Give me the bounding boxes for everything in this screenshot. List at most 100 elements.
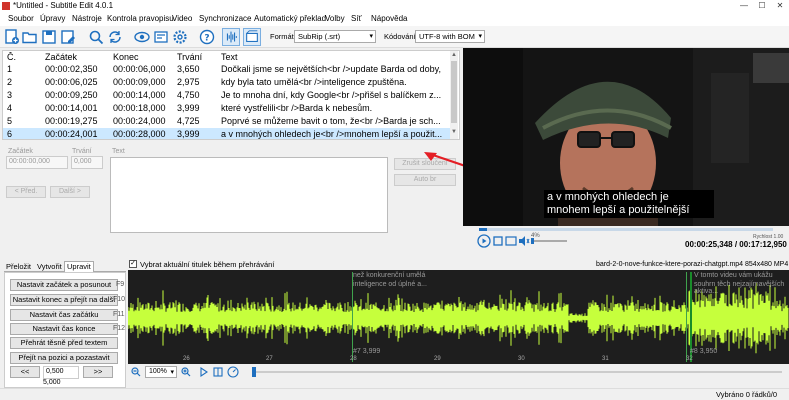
menu-automaticky-preklad[interactable]: Automatický překlad (254, 14, 326, 23)
waveform-segment-text: inteligence od úplné a... (353, 281, 427, 288)
format-select-value: SubRip (.srt) (298, 32, 341, 41)
column-header[interactable]: Začátek (45, 52, 113, 62)
tab-translate[interactable]: Přeložit (6, 262, 31, 271)
column-header[interactable]: Trvání (177, 52, 221, 62)
menu-nastroje[interactable]: Nástroje (72, 14, 102, 23)
set-end-time-button[interactable]: Nastavit čas konce (10, 323, 118, 335)
scene-change-icon[interactable] (213, 367, 223, 377)
player-controls: 4% Rychlost 1.00 00:00:25,348 / 00:17:12… (463, 226, 789, 254)
seek-step-input[interactable]: 0,500 (43, 366, 79, 379)
set-end-and-go-next-button[interactable]: Nastavit konec a přejít na další (10, 294, 118, 306)
spell-check-icon[interactable] (153, 29, 169, 45)
menu-napoveda[interactable]: Nápověda (371, 14, 407, 23)
menu-soubor[interactable]: Soubor (8, 14, 34, 23)
zoom-in-icon[interactable] (181, 367, 191, 377)
subtitle-list[interactable]: Č. Začátek Konec Trvání Text 1 00:00:02,… (2, 50, 460, 140)
menu-video[interactable]: Video (172, 14, 192, 23)
shortcut-f12: F12 (113, 325, 126, 332)
scroll-down-icon[interactable]: ▼ (451, 129, 457, 137)
subtitle-overlay-line: mnohem lepší a použitelnější (547, 204, 690, 216)
visual-sync-icon[interactable] (134, 29, 150, 45)
seek-forward-button[interactable]: >> (83, 366, 113, 378)
save-as-icon[interactable] (60, 29, 76, 45)
total-time: 00:17:12,950 (739, 240, 787, 249)
column-header[interactable]: Konec (113, 52, 177, 62)
menu-volby[interactable]: Volby (325, 14, 345, 23)
video-toggle-icon[interactable] (243, 28, 261, 46)
svg-text:?: ? (204, 34, 209, 44)
table-scrollbar[interactable]: ▲ ▼ (450, 51, 458, 139)
column-header[interactable]: Text (221, 52, 449, 62)
tab-adjust[interactable]: Upravit (64, 261, 94, 272)
scroll-thumb[interactable] (451, 61, 457, 123)
waveform-segment-text: V tomto videu vám ukážu (694, 272, 773, 279)
table-row[interactable]: 4 00:00:14,001 00:00:18,000 3,999 které … (3, 102, 451, 115)
cell-number: 3 (7, 90, 13, 100)
replace-icon[interactable] (107, 29, 123, 45)
format-select[interactable]: SubRip (.srt) ▾ (294, 30, 376, 43)
play-selection-icon[interactable] (199, 367, 209, 377)
scroll-up-icon[interactable]: ▲ (451, 52, 457, 60)
time-tick: 28 (350, 356, 357, 362)
open-folder-icon[interactable] (22, 29, 38, 45)
encoding-select[interactable]: UTF-8 with BOM ▾ (415, 30, 485, 43)
fullscreen-icon[interactable] (505, 235, 517, 247)
segment-start-marker (686, 272, 687, 362)
duration-input[interactable]: 0,000 (71, 156, 103, 169)
save-icon[interactable] (41, 29, 57, 45)
app-icon (2, 2, 10, 10)
menu-kontrola-pravopisu[interactable]: Kontrola pravopisu (107, 14, 174, 23)
subtitle-text-editor[interactable] (110, 157, 388, 233)
seek-back-button[interactable]: << (10, 366, 40, 378)
table-row[interactable]: 2 00:00:06,025 00:00:09,000 2,975 kdy by… (3, 76, 451, 89)
time-tick: 26 (183, 356, 190, 362)
play-before-text-button[interactable]: Přehrát těsně před textem (10, 337, 118, 349)
select-current-subtitle-checkbox[interactable]: ✓ (129, 260, 137, 268)
cell-duration: 3,999 (177, 129, 200, 139)
search-icon[interactable] (88, 29, 104, 45)
create-panel: Nastavit začátek a posunout Nastavit kon… (4, 272, 126, 388)
audio-waveform[interactable]: než konkurenční umělá inteligence od úpl… (128, 270, 789, 364)
zoom-out-icon[interactable] (131, 367, 141, 377)
go-to-position-button[interactable]: Přejít na pozici a pozastavit (10, 352, 118, 364)
set-start-and-offset-button[interactable]: Nastavit začátek a posunout (10, 279, 118, 291)
cell-text: Je to mnoha dní, kdy Google<br />přišel … (221, 90, 442, 100)
tab-create[interactable]: Vytvořit (37, 262, 62, 271)
help-icon[interactable]: ? (199, 29, 215, 45)
table-row[interactable]: 5 00:00:19,275 00:00:24,000 4,725 Poprvé… (3, 115, 451, 128)
prev-button[interactable]: < Před. (6, 186, 46, 198)
menu-sit[interactable]: Síť (351, 14, 362, 23)
status-bar: Vybráno 0 řádků/0 (0, 388, 789, 400)
video-seek-bar[interactable] (479, 228, 773, 231)
waveform-position-thumb[interactable] (252, 367, 256, 377)
table-row[interactable]: 3 00:00:09,250 00:00:14,000 4,750 Je to … (3, 89, 451, 102)
menu-upravy[interactable]: Úpravy (40, 14, 65, 23)
cell-start: 00:00:14,001 (45, 103, 98, 113)
cell-number: 4 (7, 103, 13, 113)
speedometer-icon[interactable] (227, 366, 239, 378)
column-header[interactable]: Č. (7, 52, 41, 62)
waveform-toggle-icon[interactable] (222, 28, 240, 46)
close-icon[interactable]: ✕ (771, 0, 789, 12)
table-row[interactable]: 1 00:00:02,350 00:00:06,000 3,650 Dočkal… (3, 63, 451, 76)
table-row-selected[interactable]: 6 00:00:24,001 00:00:28,000 3,999 a v mn… (3, 128, 451, 139)
video-player[interactable]: a v mnohých ohledech je mnohem lepší a p… (463, 48, 789, 226)
waveform-position-slider[interactable] (252, 367, 782, 377)
stop-icon[interactable] (493, 236, 503, 246)
menu-synchronizace[interactable]: Synchronizace (199, 14, 251, 23)
new-file-icon[interactable] (4, 29, 20, 45)
seek-step-value: 5,000 (43, 379, 61, 386)
volume-icon[interactable] (518, 235, 530, 247)
volume-slider[interactable] (531, 238, 567, 244)
cell-start: 00:00:06,025 (45, 77, 98, 87)
start-time-input[interactable]: 00:00:00,000 (6, 156, 68, 169)
set-start-time-button[interactable]: Nastavit čas začátku (10, 309, 118, 321)
settings-gear-icon[interactable] (172, 29, 188, 45)
minimize-icon[interactable]: — (735, 0, 753, 12)
maximize-icon[interactable]: ☐ (753, 0, 771, 12)
zoom-select[interactable]: 100% ▾ (145, 366, 177, 378)
encoding-select-value: UTF-8 with BOM (419, 32, 475, 41)
play-icon[interactable] (477, 234, 491, 248)
waveform-trace (128, 282, 789, 354)
next-button[interactable]: Další > (50, 186, 90, 198)
